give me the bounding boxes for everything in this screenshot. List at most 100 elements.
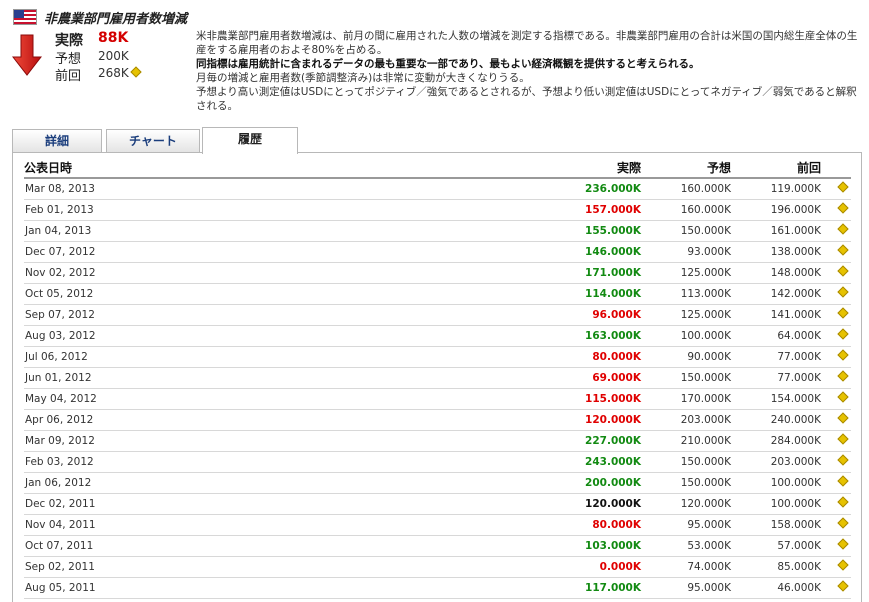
table-row: Nov 04, 2011 80.000K 95.000K 158.000K <box>24 514 851 536</box>
column-header-icon <box>831 157 851 179</box>
row-forecast: 125.000K <box>651 304 741 326</box>
row-previous: 64.000K <box>741 325 831 347</box>
column-header-actual[interactable]: 実際 <box>561 157 651 179</box>
description-line-2: 同指標は雇用統計に含まれるデータの最も重要な一部であり、最もよい経済概観を提供す… <box>196 58 700 70</box>
tab-chart[interactable]: チャート <box>106 129 200 152</box>
row-previous: 161.000K <box>741 220 831 242</box>
forecast-value: 200K <box>98 49 129 63</box>
revision-diamond-icon[interactable] <box>836 286 849 298</box>
row-revision-cell <box>831 325 851 347</box>
revision-diamond-icon[interactable] <box>836 244 849 256</box>
row-revision-cell <box>831 178 851 200</box>
previous-value-container: 268K <box>98 66 142 80</box>
row-actual: 120.000K <box>561 409 651 431</box>
column-header-date[interactable]: 公表日時 <box>24 157 561 179</box>
row-forecast: 210.000K <box>651 430 741 452</box>
tab-details[interactable]: 詳細 <box>12 129 102 152</box>
row-actual: 163.000K <box>561 325 651 347</box>
row-date: Aug 03, 2012 <box>24 325 561 347</box>
row-forecast: 74.000K <box>651 556 741 578</box>
revision-diamond-icon[interactable] <box>836 559 849 571</box>
table-row: Jun 01, 2012 69.000K 150.000K 77.000K <box>24 367 851 389</box>
row-date: Mar 08, 2013 <box>24 178 561 200</box>
revision-diamond-icon[interactable] <box>836 181 849 193</box>
revision-diamond-icon[interactable] <box>836 223 849 235</box>
table-row: Mar 08, 2013 236.000K 160.000K 119.000K <box>24 178 851 200</box>
row-forecast: 203.000K <box>651 409 741 431</box>
row-actual: 236.000K <box>561 178 651 200</box>
row-previous: 138.000K <box>741 241 831 263</box>
description-line-4: 予想より高い測定値はUSDにとってポジティブ／強気であるとされるが、予想より低い… <box>196 86 857 112</box>
table-row: Aug 05, 2011 117.000K 95.000K 46.000K <box>24 577 851 599</box>
row-forecast: 90.000K <box>651 346 741 368</box>
row-forecast: 170.000K <box>651 388 741 410</box>
row-actual: 114.000K <box>561 283 651 305</box>
revision-diamond-icon[interactable] <box>836 202 849 214</box>
revision-diamond-icon[interactable] <box>836 265 849 277</box>
revision-diamond-icon[interactable] <box>836 349 849 361</box>
row-date: Apr 06, 2012 <box>24 409 561 431</box>
revision-diamond-icon[interactable] <box>836 412 849 424</box>
row-revision-cell <box>831 367 851 389</box>
description-line-3: 月毎の増減と雇用者数(季節調整済み)は非常に変動が大きくなりうる。 <box>196 72 530 84</box>
row-date: Oct 05, 2012 <box>24 283 561 305</box>
row-date: Feb 03, 2012 <box>24 451 561 473</box>
row-date: Oct 07, 2011 <box>24 535 561 557</box>
revision-diamond-icon[interactable] <box>836 538 849 550</box>
row-revision-cell <box>831 514 851 536</box>
row-previous: 203.000K <box>741 451 831 473</box>
row-forecast: 150.000K <box>651 472 741 494</box>
row-actual: 115.000K <box>561 388 651 410</box>
revision-diamond-icon[interactable] <box>836 328 849 340</box>
column-header-previous[interactable]: 前回 <box>741 157 831 179</box>
row-previous: 154.000K <box>741 388 831 410</box>
row-date: Jul 06, 2012 <box>24 346 561 368</box>
row-actual: 80.000K <box>561 514 651 536</box>
row-date: Dec 07, 2012 <box>24 241 561 263</box>
row-revision-cell <box>831 199 851 221</box>
us-flag-icon <box>13 9 37 25</box>
previous-value: 268K <box>98 66 129 80</box>
row-forecast: 95.000K <box>651 577 741 599</box>
row-actual: 0.000K <box>561 556 651 578</box>
revision-diamond-icon[interactable] <box>836 433 849 445</box>
row-revision-cell <box>831 409 851 431</box>
row-date: Aug 05, 2011 <box>24 577 561 599</box>
tab-history[interactable]: 履歴 <box>202 127 298 154</box>
revision-diamond-icon[interactable] <box>836 496 849 508</box>
row-actual: 171.000K <box>561 262 651 284</box>
table-row: Sep 02, 2011 0.000K 74.000K 85.000K <box>24 556 851 578</box>
revision-diamond-icon[interactable] <box>836 475 849 487</box>
table-header-row: 公表日時 実際 予想 前回 <box>24 157 851 179</box>
row-actual: 80.000K <box>561 346 651 368</box>
revision-diamond-icon[interactable] <box>836 580 849 592</box>
revision-diamond-icon[interactable] <box>836 391 849 403</box>
row-date: Jan 04, 2013 <box>24 220 561 242</box>
revision-diamond-icon[interactable] <box>836 517 849 529</box>
row-actual: 117.000K <box>561 577 651 599</box>
row-previous: 142.000K <box>741 283 831 305</box>
tab-bar: 詳細 チャート 履歴 <box>12 127 862 154</box>
revision-diamond-icon[interactable] <box>836 370 849 382</box>
row-date: Jan 06, 2012 <box>24 472 561 494</box>
revision-diamond-icon[interactable] <box>836 454 849 466</box>
table-row: Apr 06, 2012 120.000K 203.000K 240.000K <box>24 409 851 431</box>
row-forecast: 93.000K <box>651 241 741 263</box>
row-previous: 284.000K <box>741 430 831 452</box>
row-actual: 96.000K <box>561 304 651 326</box>
previous-label: 前回 <box>55 69 82 84</box>
column-header-forecast[interactable]: 予想 <box>651 157 741 179</box>
table-row: Oct 07, 2011 103.000K 53.000K 57.000K <box>24 535 851 557</box>
table-row: Dec 07, 2012 146.000K 93.000K 138.000K <box>24 241 851 263</box>
table-row: Jul 06, 2012 80.000K 90.000K 77.000K <box>24 346 851 368</box>
row-revision-cell <box>831 535 851 557</box>
row-revision-cell <box>831 451 851 473</box>
table-row: Aug 03, 2012 163.000K 100.000K 64.000K <box>24 325 851 347</box>
row-actual: 120.000K <box>561 493 651 515</box>
row-actual: 157.000K <box>561 199 651 221</box>
row-previous: 240.000K <box>741 409 831 431</box>
revision-diamond-icon[interactable] <box>836 307 849 319</box>
row-forecast: 150.000K <box>651 220 741 242</box>
row-previous: 158.000K <box>741 514 831 536</box>
row-date: Sep 07, 2012 <box>24 304 561 326</box>
